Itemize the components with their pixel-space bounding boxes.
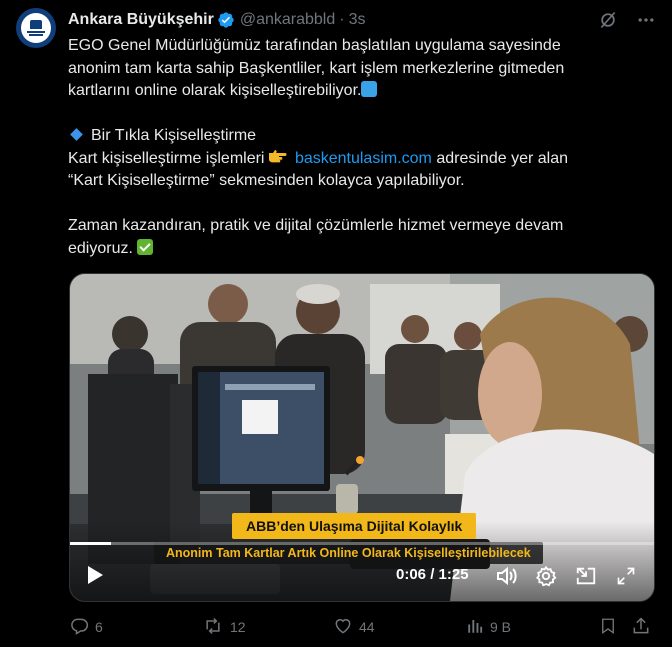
author-name[interactable]: Ankara Büyükşehir — [68, 11, 214, 29]
tweet-line: EGO Genel Müdürlüğümüz tarafından başlat… — [68, 37, 561, 54]
verified-badge-icon[interactable] — [217, 11, 235, 29]
views-count: 9 B — [490, 619, 512, 635]
reply-button[interactable]: 6 — [69, 615, 103, 639]
repost-count: 12 — [230, 619, 246, 635]
blue-diamond-icon — [70, 128, 83, 141]
bookmark-button[interactable] — [599, 615, 617, 639]
tweet-heading: Bir Tıkla Kişiselleştirme — [68, 125, 628, 148]
tweet-line: kartlarını online olarak kişiselleştireb… — [68, 80, 628, 103]
picture-in-picture-icon[interactable] — [574, 564, 598, 588]
separator: · — [339, 11, 345, 28]
author-handle[interactable]: @ankarabbld — [240, 11, 335, 29]
tweet-header: Ankara Büyükşehir @ankarabbld · 3s — [68, 9, 656, 31]
heading-text: Bir Tıkla Kişiselleştirme — [91, 127, 257, 144]
share-icon — [631, 616, 651, 639]
pointing-hand-icon — [267, 148, 287, 171]
share-button[interactable] — [631, 615, 651, 639]
timestamp[interactable]: 3s — [349, 11, 366, 29]
like-count: 44 — [359, 619, 375, 635]
video-caption-title: ABB’den Ulaşıma Dijital Kolaylık — [232, 513, 477, 539]
avatar[interactable] — [16, 8, 56, 48]
tweet-line-text: ediyoruz. — [68, 239, 133, 257]
reply-count: 6 — [95, 619, 103, 635]
progress-fill — [70, 542, 111, 545]
tweet-line-text: adresinde yer alan — [436, 149, 568, 167]
bookmark-icon — [599, 616, 617, 639]
check-mark-emoji-icon — [137, 238, 154, 255]
like-button[interactable]: 44 — [333, 615, 375, 639]
volume-icon[interactable] — [494, 564, 518, 588]
grok-icon[interactable] — [598, 10, 618, 30]
video-time: 0:06 / 1:25 — [396, 566, 469, 583]
tweet-text: EGO Genel Müdürlüğümüz tarafından başlat… — [68, 35, 628, 260]
tweet-line: “Kart Kişiselleştirme” sekmesinden kolay… — [68, 172, 465, 189]
video-player[interactable]: ABB’den Ulaşıma Dijital Kolaylık Anonim … — [69, 273, 655, 602]
tweet-line-text: kartlarını online olarak kişiselleştireb… — [68, 82, 362, 99]
repost-button[interactable]: 12 — [202, 615, 246, 639]
tweet-line: ediyoruz. — [68, 238, 628, 261]
progress-bar[interactable] — [70, 542, 654, 545]
views-icon — [466, 617, 484, 638]
website-link[interactable]: baskentulasim.com — [295, 150, 432, 167]
heart-icon — [333, 616, 353, 639]
video-caption-subtitle: Anonim Tam Kartlar Artık Online Olarak K… — [154, 542, 543, 564]
tweet-actions: 6 12 44 9 B — [69, 615, 657, 639]
tweet-line: Kart kişiselleştirme işlemleri baskentul… — [68, 148, 628, 171]
logo-icon — [21, 13, 51, 43]
more-icon[interactable] — [636, 10, 656, 30]
tweet-line: Zaman kazandıran, pratik ve dijital çözü… — [68, 217, 564, 234]
reply-icon — [69, 616, 89, 639]
tweet-line: anonim tam karta sahip Başkentliler, kar… — [68, 59, 565, 77]
views-button[interactable]: 9 B — [466, 615, 511, 639]
play-icon[interactable] — [84, 564, 106, 586]
tweet-line-text: Kart kişiselleştirme işlemleri — [68, 149, 265, 167]
repost-icon — [202, 616, 224, 639]
settings-icon[interactable] — [534, 564, 558, 588]
fullscreen-icon[interactable] — [614, 564, 638, 588]
wifi-emoji-icon — [361, 81, 378, 97]
